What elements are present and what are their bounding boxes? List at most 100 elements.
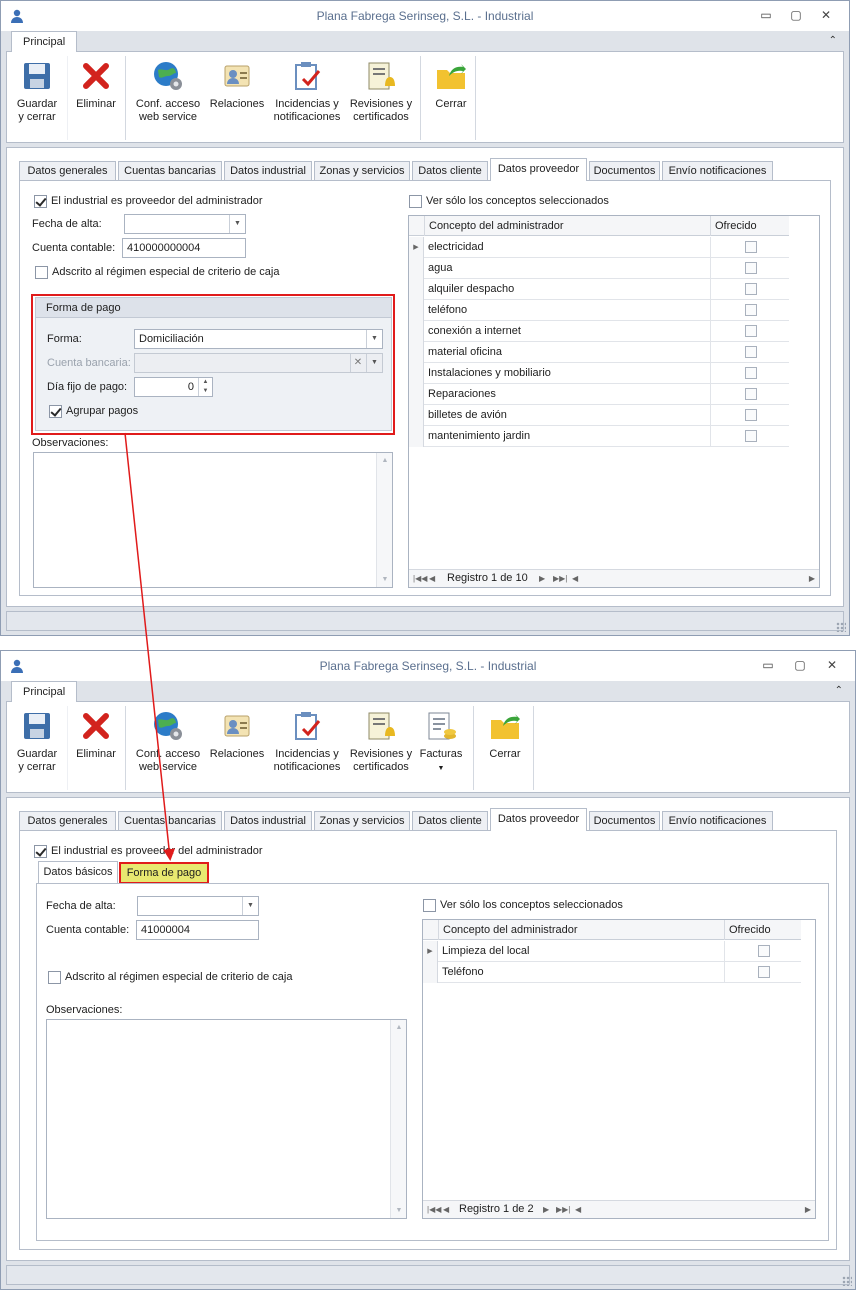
scroll-down-icon[interactable]: ▼ — [377, 576, 393, 583]
ofrecido-checkbox[interactable] — [745, 430, 757, 442]
table-row[interactable]: Teléfono — [423, 962, 801, 983]
table-row[interactable]: material oficina — [409, 342, 789, 363]
tab-zonas-servicios[interactable]: Zonas y servicios — [314, 161, 410, 181]
criterio-caja-checkbox[interactable] — [48, 971, 61, 984]
next-record-icon[interactable]: ▶ — [539, 570, 545, 587]
subtab-forma-pago[interactable]: Forma de pago — [119, 862, 209, 884]
tab-cuentas-bancarias[interactable]: Cuentas bancarias — [118, 811, 222, 831]
chevron-up-icon[interactable]: ⌃ — [829, 35, 837, 46]
ver-solo-checkbox[interactable] — [409, 195, 422, 208]
close-button[interactable]: Cerrar — [479, 710, 531, 761]
scroll-right-icon[interactable]: ▶ — [809, 570, 815, 587]
minimize-button[interactable]: ▭ — [757, 7, 775, 23]
ofrecido-checkbox[interactable] — [745, 325, 757, 337]
scroll-left-icon[interactable]: ◀ — [572, 570, 578, 587]
prev-record-icon[interactable]: ◀ — [443, 1201, 449, 1218]
scroll-right-icon[interactable]: ▶ — [805, 1201, 811, 1218]
chevron-down-icon[interactable]: ▼ — [242, 897, 258, 915]
last-record-icon[interactable]: ▶▶| — [556, 1201, 570, 1218]
is-provider-checkbox[interactable] — [34, 195, 47, 208]
restore-button[interactable]: ▢ — [787, 7, 805, 23]
ofrecido-checkbox[interactable] — [745, 304, 757, 316]
prev-record-icon[interactable]: ◀ — [429, 570, 435, 587]
table-row[interactable]: ▶ electricidad — [409, 237, 789, 258]
table-row[interactable]: Reparaciones — [409, 384, 789, 405]
resize-grip-icon[interactable] — [836, 622, 846, 632]
close-button[interactable]: Cerrar — [425, 60, 477, 111]
tab-datos-cliente[interactable]: Datos cliente — [412, 811, 488, 831]
ofrecido-checkbox[interactable] — [745, 283, 757, 295]
cuenta-contable-input[interactable]: 41000004 — [136, 920, 259, 940]
first-record-icon[interactable]: |◀◀ — [413, 570, 427, 587]
resize-grip-icon[interactable] — [842, 1276, 852, 1286]
tab-datos-industrial[interactable]: Datos industrial — [224, 811, 312, 831]
close-window-button[interactable]: ✕ — [817, 7, 835, 23]
delete-button[interactable]: Eliminar — [73, 60, 119, 111]
observaciones-textarea[interactable]: ▲ ▼ — [33, 452, 393, 588]
close-window-button[interactable]: ✕ — [823, 657, 841, 673]
table-row[interactable]: agua — [409, 258, 789, 279]
reviews-button[interactable]: Revisiones y certificados — [345, 710, 417, 774]
chevron-down-icon[interactable]: ▼ — [229, 215, 245, 233]
webservice-config-button[interactable]: Conf. acceso web service — [133, 60, 203, 124]
tab-envio-notificaciones[interactable]: Envío notificaciones — [662, 811, 773, 831]
tab-datos-generales[interactable]: Datos generales — [19, 161, 116, 181]
fecha-alta-input[interactable]: ▼ — [137, 896, 259, 916]
table-row[interactable]: ▶ Limpieza del local — [423, 941, 801, 962]
tab-envio-notificaciones[interactable]: Envío notificaciones — [662, 161, 773, 181]
column-ofrecido[interactable]: Ofrecido — [724, 920, 801, 940]
tab-documentos[interactable]: Documentos — [589, 161, 660, 181]
ofrecido-checkbox[interactable] — [745, 346, 757, 358]
delete-button[interactable]: Eliminar — [73, 710, 119, 761]
tab-documentos[interactable]: Documentos — [589, 811, 660, 831]
table-row[interactable]: teléfono — [409, 300, 789, 321]
tab-zonas-servicios[interactable]: Zonas y servicios — [314, 811, 410, 831]
save-close-button[interactable]: Guardar y cerrar — [13, 60, 61, 124]
observaciones-textarea[interactable]: ▲ ▼ — [46, 1019, 407, 1219]
tab-datos-industrial[interactable]: Datos industrial — [224, 161, 312, 181]
first-record-icon[interactable]: |◀◀ — [427, 1201, 441, 1218]
table-row[interactable]: billetes de avión — [409, 405, 789, 426]
is-provider-checkbox[interactable] — [34, 845, 47, 858]
minimize-button[interactable]: ▭ — [759, 657, 777, 673]
ofrecido-checkbox[interactable] — [745, 262, 757, 274]
table-row[interactable]: mantenimiento jardin — [409, 426, 789, 447]
scroll-left-icon[interactable]: ◀ — [575, 1201, 581, 1218]
ofrecido-checkbox[interactable] — [745, 367, 757, 379]
ribbon-tab-principal[interactable]: Principal — [11, 681, 78, 702]
tab-datos-generales[interactable]: Datos generales — [19, 811, 116, 831]
last-record-icon[interactable]: ▶▶| — [553, 570, 567, 587]
webservice-config-button[interactable]: Conf. acceso web service — [133, 710, 203, 774]
column-concepto[interactable]: Concepto del administrador — [424, 216, 710, 236]
ver-solo-checkbox[interactable] — [423, 899, 436, 912]
next-record-icon[interactable]: ▶ — [543, 1201, 549, 1218]
table-row[interactable]: alquiler despacho — [409, 279, 789, 300]
scrollbar[interactable]: ▲ ▼ — [376, 453, 392, 587]
chevron-up-icon[interactable]: ⌃ — [835, 685, 843, 696]
reviews-button[interactable]: Revisiones y certificados — [345, 60, 417, 124]
incidents-button[interactable]: Incidencias y notificaciones — [271, 60, 343, 124]
table-row[interactable]: conexión a internet — [409, 321, 789, 342]
relations-button[interactable]: Relaciones — [207, 710, 267, 761]
chevron-down-icon[interactable]: ▼ — [438, 765, 445, 772]
ofrecido-checkbox[interactable] — [745, 388, 757, 400]
save-close-button[interactable]: Guardar y cerrar — [13, 710, 61, 774]
table-row[interactable]: Instalaciones y mobiliario — [409, 363, 789, 384]
invoices-button[interactable]: Facturas ▼ — [415, 710, 467, 775]
column-ofrecido[interactable]: Ofrecido — [710, 216, 789, 236]
scroll-down-icon[interactable]: ▼ — [391, 1207, 407, 1214]
cuenta-contable-input[interactable]: 410000000004 — [122, 238, 246, 258]
fecha-alta-input[interactable]: ▼ — [124, 214, 246, 234]
restore-button[interactable]: ▢ — [791, 657, 809, 673]
tab-datos-cliente[interactable]: Datos cliente — [412, 161, 488, 181]
relations-button[interactable]: Relaciones — [207, 60, 267, 111]
scroll-up-icon[interactable]: ▲ — [377, 457, 393, 464]
tab-datos-proveedor[interactable]: Datos proveedor — [490, 158, 587, 181]
tab-datos-proveedor[interactable]: Datos proveedor — [490, 808, 587, 831]
incidents-button[interactable]: Incidencias y notificaciones — [271, 710, 343, 774]
scroll-up-icon[interactable]: ▲ — [391, 1024, 407, 1031]
tab-cuentas-bancarias[interactable]: Cuentas bancarias — [118, 161, 222, 181]
ofrecido-checkbox[interactable] — [745, 241, 757, 253]
criterio-caja-checkbox[interactable] — [35, 266, 48, 279]
subtab-datos-basicos[interactable]: Datos básicos — [38, 861, 118, 883]
